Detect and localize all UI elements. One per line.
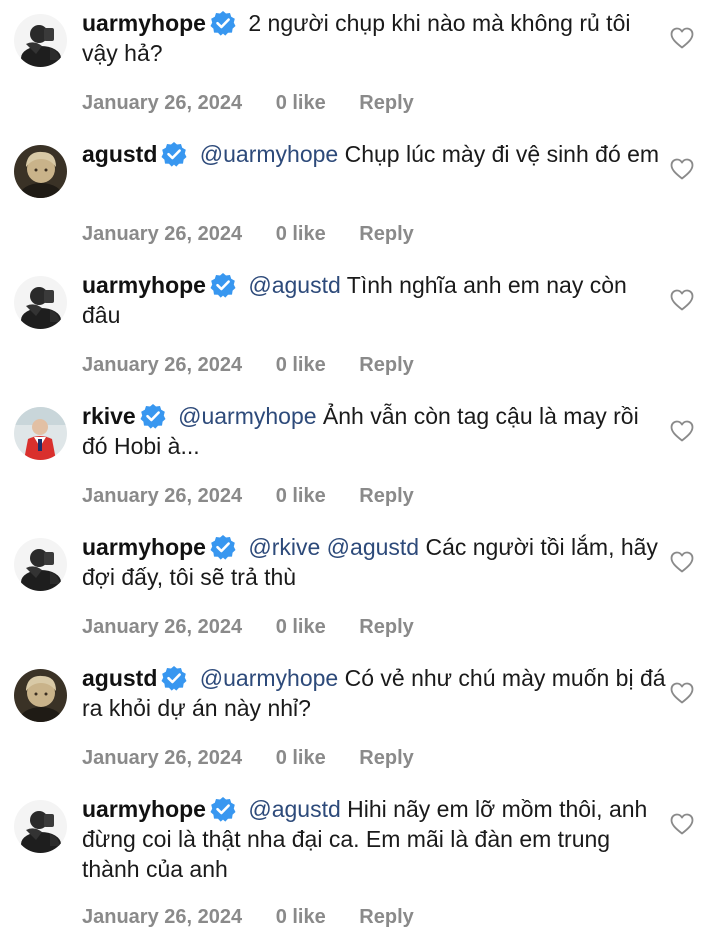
comment-meta: January 26, 2024 0 like Reply: [82, 616, 414, 639]
comment-body: uarmyhope @agustd Tình nghĩa anh em nay …: [82, 270, 667, 330]
comment-meta: January 26, 2024 0 like Reply: [82, 223, 414, 246]
comment-username[interactable]: uarmyhope: [82, 534, 206, 560]
comment-body: uarmyhope 2 người chụp khi nào mà không …: [82, 8, 667, 68]
comment-body: uarmyhope @agustd Hihi nãy em lỡ mồm thô…: [82, 794, 667, 884]
avatar[interactable]: [14, 276, 67, 329]
like-count[interactable]: 0 like: [276, 354, 326, 377]
comment-meta: January 26, 2024 0 like Reply: [82, 906, 414, 929]
comment-meta: January 26, 2024 0 like Reply: [82, 354, 414, 377]
like-heart-icon[interactable]: [670, 813, 694, 835]
comment-meta: January 26, 2024 0 like Reply: [82, 747, 414, 770]
like-heart-icon[interactable]: [670, 420, 694, 442]
comment-date: January 26, 2024: [82, 223, 243, 245]
verified-badge-icon: [210, 10, 236, 36]
rkive-avatar-icon: [14, 407, 67, 460]
reply-button[interactable]: Reply: [359, 354, 413, 377]
avatar[interactable]: [14, 145, 67, 198]
comment-date: January 26, 2024: [82, 616, 243, 638]
comment-date: January 26, 2024: [82, 354, 243, 376]
reply-button[interactable]: Reply: [359, 747, 413, 770]
like-count[interactable]: 0 like: [276, 747, 326, 770]
comment-username[interactable]: agustd: [82, 665, 157, 691]
comment-mention[interactable]: @uarmyhope: [178, 403, 316, 429]
verified-badge-icon: [210, 796, 236, 822]
avatar[interactable]: [14, 800, 67, 853]
like-heart-icon[interactable]: [670, 289, 694, 311]
comment-body: agustd @uarmyhope Chụp lúc mày đi vệ sin…: [82, 139, 667, 169]
comment-mention[interactable]: @uarmyhope: [200, 665, 338, 691]
comment-date: January 26, 2024: [82, 92, 243, 114]
comment-date: January 26, 2024: [82, 747, 243, 769]
comment-date: January 26, 2024: [82, 906, 243, 928]
like-heart-icon[interactable]: [670, 158, 694, 180]
comment-meta: January 26, 2024 0 like Reply: [82, 485, 414, 508]
uarmyhope-avatar-icon: [14, 538, 67, 591]
like-count[interactable]: 0 like: [276, 485, 326, 508]
comment-username[interactable]: rkive: [82, 403, 136, 429]
comment-mention[interactable]: @rkive @agustd: [248, 534, 419, 560]
uarmyhope-avatar-icon: [14, 276, 67, 329]
comment-body: uarmyhope @rkive @agustd Các người tồi l…: [82, 532, 667, 592]
reply-button[interactable]: Reply: [359, 92, 413, 115]
like-heart-icon[interactable]: [670, 682, 694, 704]
like-count[interactable]: 0 like: [276, 906, 326, 929]
uarmyhope-avatar-icon: [14, 14, 67, 67]
verified-badge-icon: [161, 141, 187, 167]
uarmyhope-avatar-icon: [14, 800, 67, 853]
comment-body: rkive @uarmyhope Ảnh vẫn còn tag cậu là …: [82, 401, 667, 461]
agustd-avatar-icon: [14, 145, 67, 198]
reply-button[interactable]: Reply: [359, 485, 413, 508]
reply-button[interactable]: Reply: [359, 616, 413, 639]
comment-mention[interactable]: @agustd: [248, 272, 340, 298]
verified-badge-icon: [210, 272, 236, 298]
like-heart-icon[interactable]: [670, 27, 694, 49]
comment-date: January 26, 2024: [82, 485, 243, 507]
comment-username[interactable]: uarmyhope: [82, 272, 206, 298]
like-count[interactable]: 0 like: [276, 616, 326, 639]
agustd-avatar-icon: [14, 669, 67, 722]
verified-badge-icon: [140, 403, 166, 429]
avatar[interactable]: [14, 407, 67, 460]
avatar[interactable]: [14, 669, 67, 722]
verified-badge-icon: [161, 665, 187, 691]
comment-username[interactable]: agustd: [82, 141, 157, 167]
reply-button[interactable]: Reply: [359, 906, 413, 929]
comment-body: agustd @uarmyhope Có vẻ như chú mày muốn…: [82, 663, 667, 723]
comment-username[interactable]: uarmyhope: [82, 796, 206, 822]
comment-mention[interactable]: @uarmyhope: [200, 141, 338, 167]
reply-button[interactable]: Reply: [359, 223, 413, 246]
comment-text: Chụp lúc mày đi vệ sinh đó em: [344, 141, 660, 167]
avatar[interactable]: [14, 538, 67, 591]
verified-badge-icon: [210, 534, 236, 560]
comment-meta: January 26, 2024 0 like Reply: [82, 92, 414, 115]
avatar[interactable]: [14, 14, 67, 67]
like-count[interactable]: 0 like: [276, 223, 326, 246]
like-count[interactable]: 0 like: [276, 92, 326, 115]
comment-username[interactable]: uarmyhope: [82, 10, 206, 36]
like-heart-icon[interactable]: [670, 551, 694, 573]
comment-mention[interactable]: @agustd: [248, 796, 340, 822]
